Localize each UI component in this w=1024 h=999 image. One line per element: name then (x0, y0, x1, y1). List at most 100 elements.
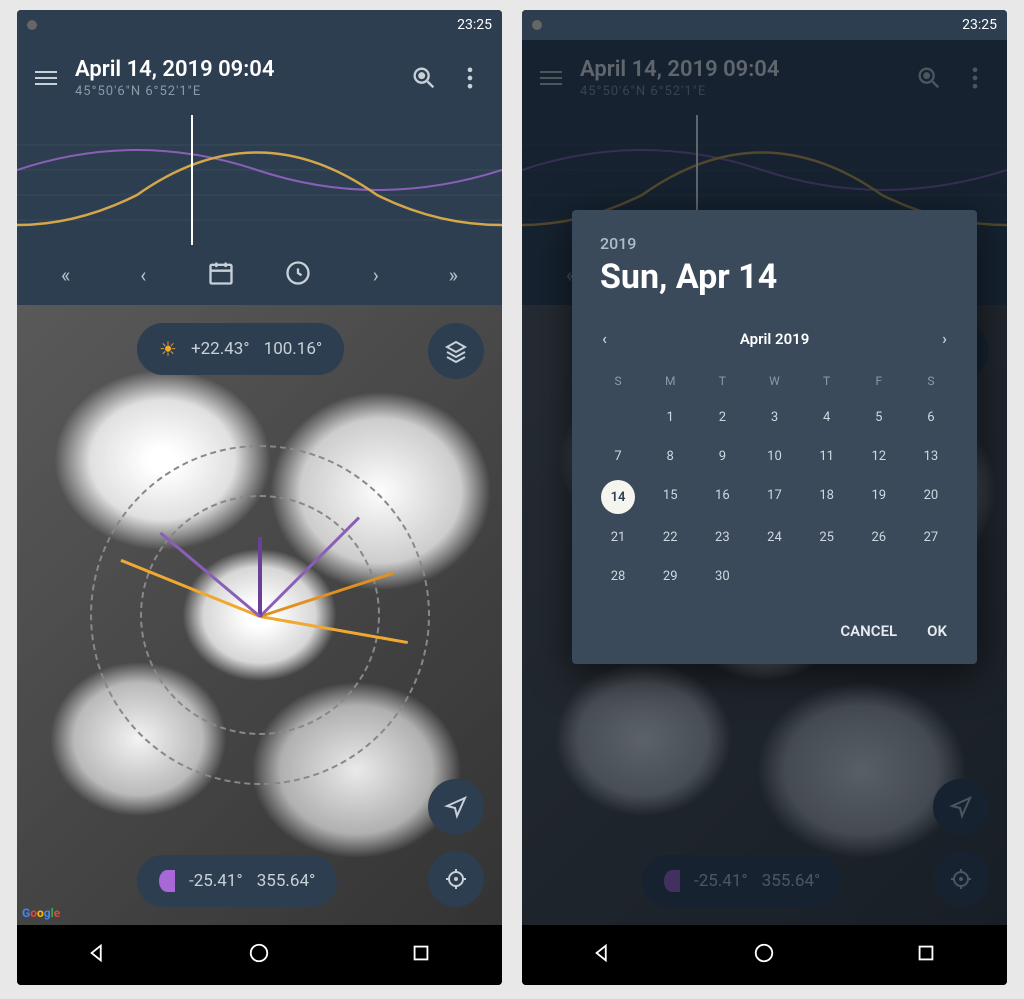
moon-elevation: -25.41° (189, 871, 243, 891)
calendar-day[interactable]: 5 (853, 402, 905, 433)
locate-button[interactable] (428, 851, 484, 907)
status-bar: 23:25 (522, 10, 1007, 40)
phone-screenshot-2: 23:25 April 14, 2019 09:04 45°50'6"N 6°5… (522, 10, 1007, 985)
map-area[interactable]: ☀ +22.43° 100.16° -25.41° 355.64° Google (17, 305, 502, 925)
calendar-day[interactable]: 17 (748, 480, 800, 514)
moon-icon (159, 870, 175, 892)
sun-icon: ☀ (159, 337, 177, 361)
status-time: 23:25 (457, 17, 492, 33)
nav-back-button[interactable] (592, 942, 614, 968)
calendar-day[interactable]: 1 (644, 402, 696, 433)
calendar-day[interactable]: 2 (696, 402, 748, 433)
picker-year[interactable]: 2019 (600, 234, 949, 253)
nav-home-button[interactable] (248, 942, 270, 968)
app-header: April 14, 2019 09:04 45°50'6"N 6°52'1"E (522, 40, 1007, 115)
elevation-graph[interactable] (17, 115, 502, 245)
calendar-day[interactable]: 22 (644, 522, 696, 553)
header-datetime: April 14, 2019 09:04 (580, 57, 897, 82)
nav-recent-button[interactable] (915, 942, 937, 968)
google-logo: Google (22, 906, 60, 920)
calendar-day[interactable]: 9 (696, 441, 748, 472)
menu-button[interactable] (35, 71, 57, 85)
calendar-day[interactable]: 28 (592, 561, 644, 592)
header-coords[interactable]: 45°50'6"N 6°52'1"E (75, 84, 392, 99)
dow-header: S (592, 368, 644, 394)
calendar-day[interactable]: 19 (853, 480, 905, 514)
time-controls: « ‹ › » (17, 245, 502, 305)
calendar-day[interactable]: 18 (801, 480, 853, 514)
prev-button[interactable]: ‹ (123, 263, 163, 287)
calendar-day[interactable]: 29 (644, 561, 696, 592)
dow-header: T (696, 368, 748, 394)
android-nav-bar (17, 925, 502, 985)
calendar-day[interactable]: 10 (748, 441, 800, 472)
date-picker-dialog: 2019 Sun, Apr 14 ‹ April 2019 › SMTWTFS.… (572, 210, 977, 664)
dow-header: W (748, 368, 800, 394)
calendar-day[interactable]: 23 (696, 522, 748, 553)
calendar-day[interactable]: 24 (748, 522, 800, 553)
status-time: 23:25 (962, 17, 997, 33)
moon-info-pill: -25.41° 355.64° (642, 855, 842, 907)
more-button[interactable] (961, 64, 989, 92)
moon-north-line (258, 537, 262, 617)
layers-button[interactable] (428, 323, 484, 379)
header-datetime[interactable]: April 14, 2019 09:04 (75, 57, 392, 82)
calendar-day[interactable]: 7 (592, 441, 644, 472)
clock-button[interactable] (278, 259, 318, 292)
phone-screenshot-1: 23:25 April 14, 2019 09:04 45°50'6"N 6°5… (17, 10, 502, 985)
calendar-day[interactable]: 26 (853, 522, 905, 553)
status-dot-icon (532, 20, 542, 30)
dow-header: S (905, 368, 957, 394)
menu-button[interactable] (540, 71, 562, 85)
calendar-day[interactable]: 12 (853, 441, 905, 472)
next-button[interactable]: › (356, 263, 396, 287)
sun-info-pill[interactable]: ☀ +22.43° 100.16° (137, 323, 344, 375)
cancel-button[interactable]: CANCEL (840, 622, 897, 640)
next-month-button[interactable]: › (942, 329, 947, 348)
navigate-button[interactable] (428, 779, 484, 835)
dow-header: M (644, 368, 696, 394)
status-bar: 23:25 (17, 10, 502, 40)
calendar-day[interactable]: 11 (801, 441, 853, 472)
nav-home-button[interactable] (753, 942, 775, 968)
calendar-day[interactable]: 13 (905, 441, 957, 472)
calendar-day[interactable]: 4 (801, 402, 853, 433)
sun-azimuth: 100.16° (264, 339, 323, 359)
picker-date[interactable]: Sun, Apr 14 (600, 257, 949, 297)
calendar-day[interactable]: 8 (644, 441, 696, 472)
calendar-day[interactable]: 16 (696, 480, 748, 514)
moon-azimuth: 355.64° (257, 871, 316, 891)
prev-fast-button[interactable]: « (46, 263, 86, 287)
picker-month-label: April 2019 (740, 330, 809, 348)
calendar-day[interactable]: 27 (905, 522, 957, 553)
app-header: April 14, 2019 09:04 45°50'6"N 6°52'1"E (17, 40, 502, 115)
locate-button (933, 851, 989, 907)
calendar-button[interactable] (201, 259, 241, 292)
dow-header: T (801, 368, 853, 394)
calendar-day[interactable]: 15 (644, 480, 696, 514)
calendar-day[interactable]: 25 (801, 522, 853, 553)
status-dot-icon (27, 20, 37, 30)
calendar-day[interactable]: 20 (905, 480, 957, 514)
sun-elevation: +22.43° (191, 339, 250, 359)
calendar-day[interactable]: 14 (601, 480, 635, 514)
compass-overlay (90, 445, 430, 785)
search-location-button[interactable] (410, 64, 438, 92)
calendar-day[interactable]: 30 (696, 561, 748, 592)
calendar-day[interactable]: 6 (905, 402, 957, 433)
ok-button[interactable]: OK (927, 622, 947, 640)
next-fast-button[interactable]: » (433, 263, 473, 287)
more-button[interactable] (456, 64, 484, 92)
search-location-button[interactable] (915, 64, 943, 92)
calendar-grid: SMTWTFS.12345678910111213141516171819202… (572, 360, 977, 608)
header-coords: 45°50'6"N 6°52'1"E (580, 84, 897, 99)
navigate-button (933, 779, 989, 835)
calendar-day[interactable]: 21 (592, 522, 644, 553)
nav-back-button[interactable] (87, 942, 109, 968)
android-nav-bar (522, 925, 1007, 985)
prev-month-button[interactable]: ‹ (602, 329, 607, 348)
moon-info-pill[interactable]: -25.41° 355.64° (137, 855, 337, 907)
moon-icon (664, 870, 680, 892)
calendar-day[interactable]: 3 (748, 402, 800, 433)
nav-recent-button[interactable] (410, 942, 432, 968)
